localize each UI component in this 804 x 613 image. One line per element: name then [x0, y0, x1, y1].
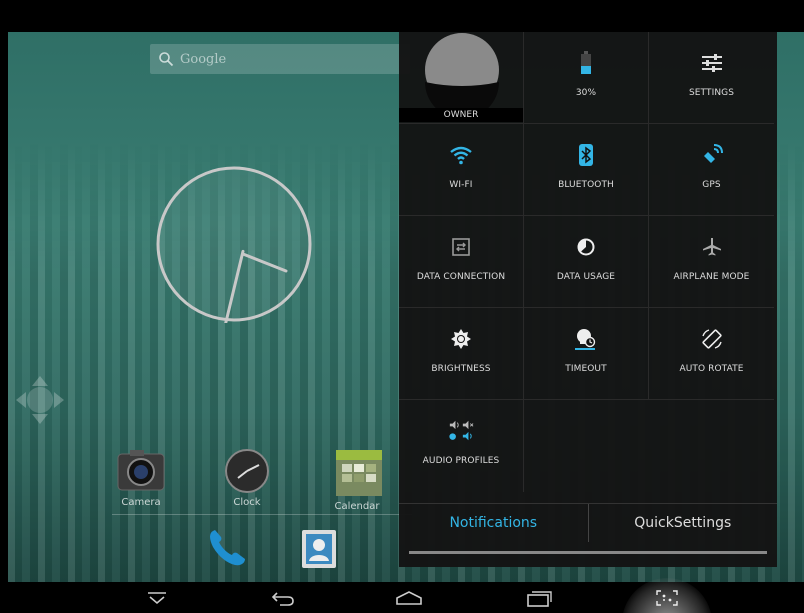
app-calendar[interactable]: Calendar [322, 448, 392, 512]
back-button[interactable] [258, 582, 308, 613]
bluetooth-icon [573, 142, 599, 168]
screenshot-icon [656, 589, 678, 606]
tile-airplane-mode[interactable]: AIRPLANE MODE [649, 216, 774, 308]
auto-rotate-icon [699, 326, 725, 352]
airplane-icon [699, 234, 725, 260]
tile-label: GPS [702, 180, 721, 190]
screenshot-button[interactable] [642, 582, 692, 613]
brightness-icon [448, 326, 474, 352]
contacts-icon[interactable] [298, 528, 340, 570]
tile-owner[interactable]: OWNER [399, 32, 524, 124]
tile-brightness[interactable]: BRIGHTNESS [399, 308, 524, 400]
back-icon [271, 591, 294, 606]
search-icon [159, 52, 174, 67]
data-connection-icon [448, 234, 474, 260]
tab-notifications[interactable]: Notifications [399, 504, 589, 542]
tile-label: OWNER [399, 108, 523, 122]
android-tablet-screen: Google Camera Clock Calendar OWNER 30% S… [0, 0, 804, 613]
tile-label: BRIGHTNESS [431, 364, 491, 374]
tile-bluetooth[interactable]: BLUETOOTH [524, 124, 649, 216]
google-search-bar[interactable]: Google [150, 44, 410, 74]
user-avatar-icon [425, 33, 499, 108]
tile-label: TIMEOUT [565, 364, 607, 374]
timeout-icon [573, 326, 599, 352]
app-clock[interactable]: Clock [212, 448, 282, 508]
tile-settings[interactable]: SETTINGS [649, 32, 774, 124]
tile-label: BLUETOOTH [558, 180, 614, 190]
tile-audio-profiles[interactable]: AUDIO PROFILES [399, 400, 524, 492]
tile-label: AUTO ROTATE [679, 364, 744, 374]
sliders-icon [699, 50, 725, 76]
recent-apps-icon [527, 590, 552, 607]
quick-settings-panel: OWNER 30% SETTINGS WI-FI BLUETOOTH GPS D… [399, 32, 777, 567]
clock-icon [225, 449, 269, 493]
tile-label: DATA USAGE [556, 272, 616, 282]
tab-quicksettings[interactable]: QuickSettings [589, 504, 778, 542]
analog-clock-widget[interactable] [155, 165, 313, 323]
panel-drag-handle[interactable] [409, 551, 767, 554]
tile-wifi[interactable]: WI-FI [399, 124, 524, 216]
camera-icon [117, 450, 165, 491]
chevron-down-icon [148, 591, 166, 604]
tile-data-usage[interactable]: DATA USAGE [524, 216, 649, 308]
home-icon [396, 590, 422, 605]
hide-keyboard-button[interactable] [132, 582, 182, 613]
home-button[interactable] [384, 582, 434, 613]
tile-battery[interactable]: 30% [524, 32, 649, 124]
battery-icon [573, 50, 599, 76]
data-usage-icon [573, 234, 599, 260]
app-label: Camera [121, 497, 161, 508]
tile-data-connection[interactable]: DATA CONNECTION [399, 216, 524, 308]
hotseat-divider [112, 514, 412, 515]
tile-timeout[interactable]: TIMEOUT [524, 308, 649, 400]
audio-profiles-icon [448, 418, 474, 444]
phone-icon[interactable] [205, 525, 249, 569]
tile-label: 30% [575, 88, 597, 98]
gps-icon [699, 142, 725, 168]
tile-auto-rotate[interactable]: AUTO ROTATE [649, 308, 774, 400]
app-label: Clock [233, 497, 261, 508]
quick-settings-grid: OWNER 30% SETTINGS WI-FI BLUETOOTH GPS D… [399, 32, 777, 530]
app-label: Calendar [334, 501, 380, 512]
calendar-icon [336, 450, 382, 496]
quick-settings-tabs: Notifications QuickSettings [399, 503, 777, 542]
tile-gps[interactable]: GPS [649, 124, 774, 216]
tile-label: AIRPLANE MODE [673, 272, 750, 282]
wifi-icon [448, 142, 474, 168]
tile-label: WI-FI [449, 180, 473, 190]
tile-label: SETTINGS [688, 88, 735, 98]
tile-label: AUDIO PROFILES [422, 456, 500, 466]
tile-label: DATA CONNECTION [416, 272, 506, 282]
search-placeholder: Google [180, 51, 227, 67]
directional-pad-icon[interactable] [14, 374, 66, 426]
app-camera[interactable]: Camera [106, 448, 176, 508]
recent-apps-button[interactable] [514, 582, 564, 613]
